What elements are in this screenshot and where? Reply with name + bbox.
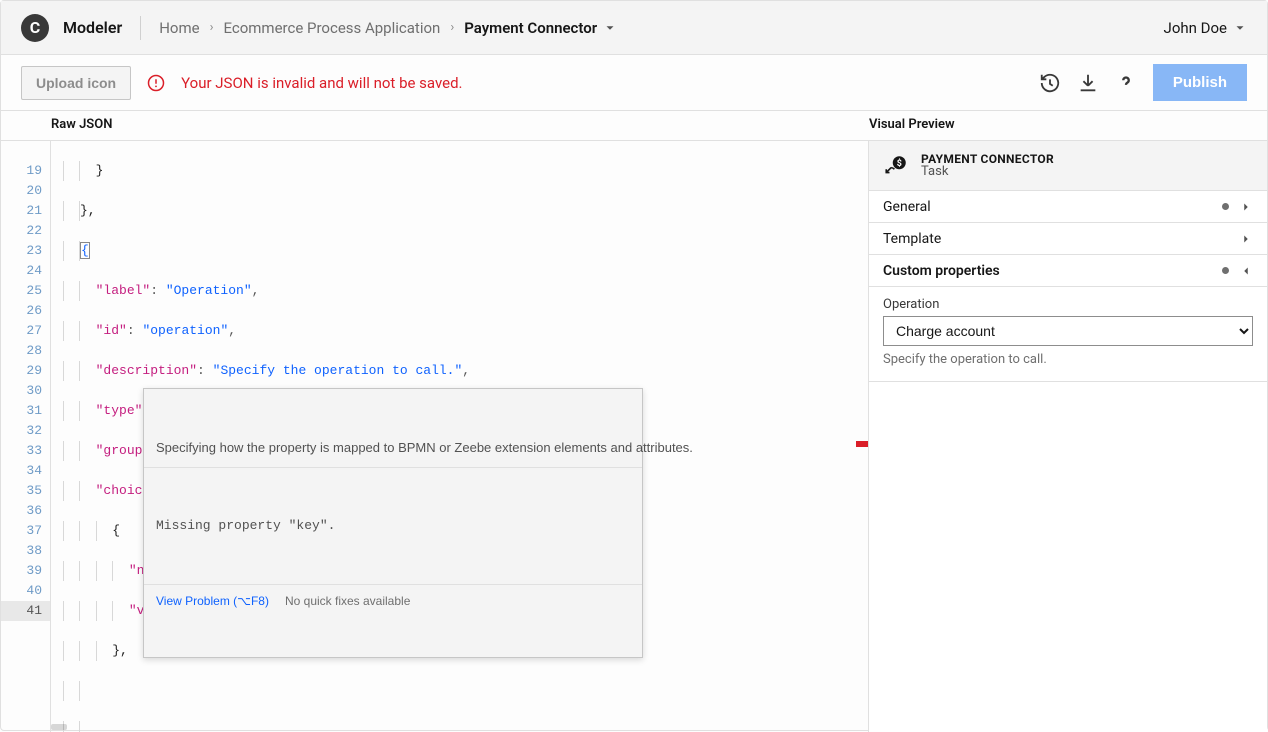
payment-connector-icon: $ [883,153,909,179]
visual-preview-panel: $ PAYMENT CONNECTOR Task General Templat… [869,141,1267,732]
preview-header: $ PAYMENT CONNECTOR Task [869,141,1267,191]
validation-error-message: Your JSON is invalid and will not be sav… [181,74,462,92]
breadcrumb-sep: › [210,20,214,35]
accordion-label: Custom properties [883,263,1000,279]
horizontal-scrollbar-thumb[interactable] [51,724,67,730]
tab-visual-preview: Visual Preview [869,111,955,140]
operation-select[interactable]: Charge account [883,316,1253,346]
line-gutter: 1920212223242526272829303132333435363738… [1,141,51,732]
operation-label: Operation [883,297,1253,312]
upload-icon-button[interactable]: Upload icon [21,66,131,100]
code-content[interactable]: } }, { "label": "Operation", "id": "oper… [51,141,868,732]
chevron-right-icon [1239,232,1253,246]
view-problem-link[interactable]: View Problem (⌥F8) [156,591,269,611]
svg-text:$: $ [897,158,902,169]
chevron-down-icon [1239,264,1253,278]
history-icon[interactable] [1039,72,1061,94]
accordion-custom-properties[interactable]: Custom properties [869,255,1267,287]
overview-ruler-error-mark[interactable] [856,441,868,447]
code-editor[interactable]: 1920212223242526272829303132333435363738… [1,141,869,732]
chevron-down-icon[interactable] [603,21,617,35]
toolbar: Upload icon Your JSON is invalid and wil… [1,55,1267,111]
accordion-general[interactable]: General [869,191,1267,223]
accordion-label: General [883,199,931,215]
user-menu[interactable]: John Doe [1164,19,1227,37]
breadcrumb-app[interactable]: Ecommerce Process Application [223,19,440,37]
help-icon[interactable] [1115,72,1137,94]
operation-help-text: Specify the operation to call. [883,352,1253,367]
tooltip-error: Missing property "key". [144,508,642,544]
app-logo[interactable]: C [21,14,49,42]
tab-raw-json: Raw JSON [1,111,869,140]
accordion-label: Template [883,231,941,247]
download-icon[interactable] [1077,72,1099,94]
breadcrumb-current[interactable]: Payment Connector [464,19,597,37]
tooltip-description: Specifying how the property is mapped to… [144,429,642,468]
status-dot-icon [1222,203,1229,210]
breadcrumb-sep: › [450,20,454,35]
panel-tabs: Raw JSON Visual Preview [1,111,1267,141]
alert-icon [147,74,165,92]
preview-subtitle: Task [921,164,1054,179]
accordion-template[interactable]: Template [869,223,1267,255]
breadcrumb-home[interactable]: Home [159,19,199,37]
code-hover-tooltip: Specifying how the property is mapped to… [143,388,643,658]
app-header: C Modeler Home › Ecommerce Process Appli… [1,1,1267,55]
divider [140,16,141,40]
publish-button[interactable]: Publish [1153,64,1247,101]
chevron-down-icon[interactable] [1233,21,1247,35]
main-area: 1920212223242526272829303132333435363738… [1,141,1267,732]
custom-properties-body: Operation Charge account Specify the ope… [869,287,1267,382]
status-dot-icon [1222,267,1229,274]
tooltip-hint: No quick fixes available [285,591,410,611]
chevron-right-icon [1239,200,1253,214]
app-name: Modeler [63,18,122,37]
